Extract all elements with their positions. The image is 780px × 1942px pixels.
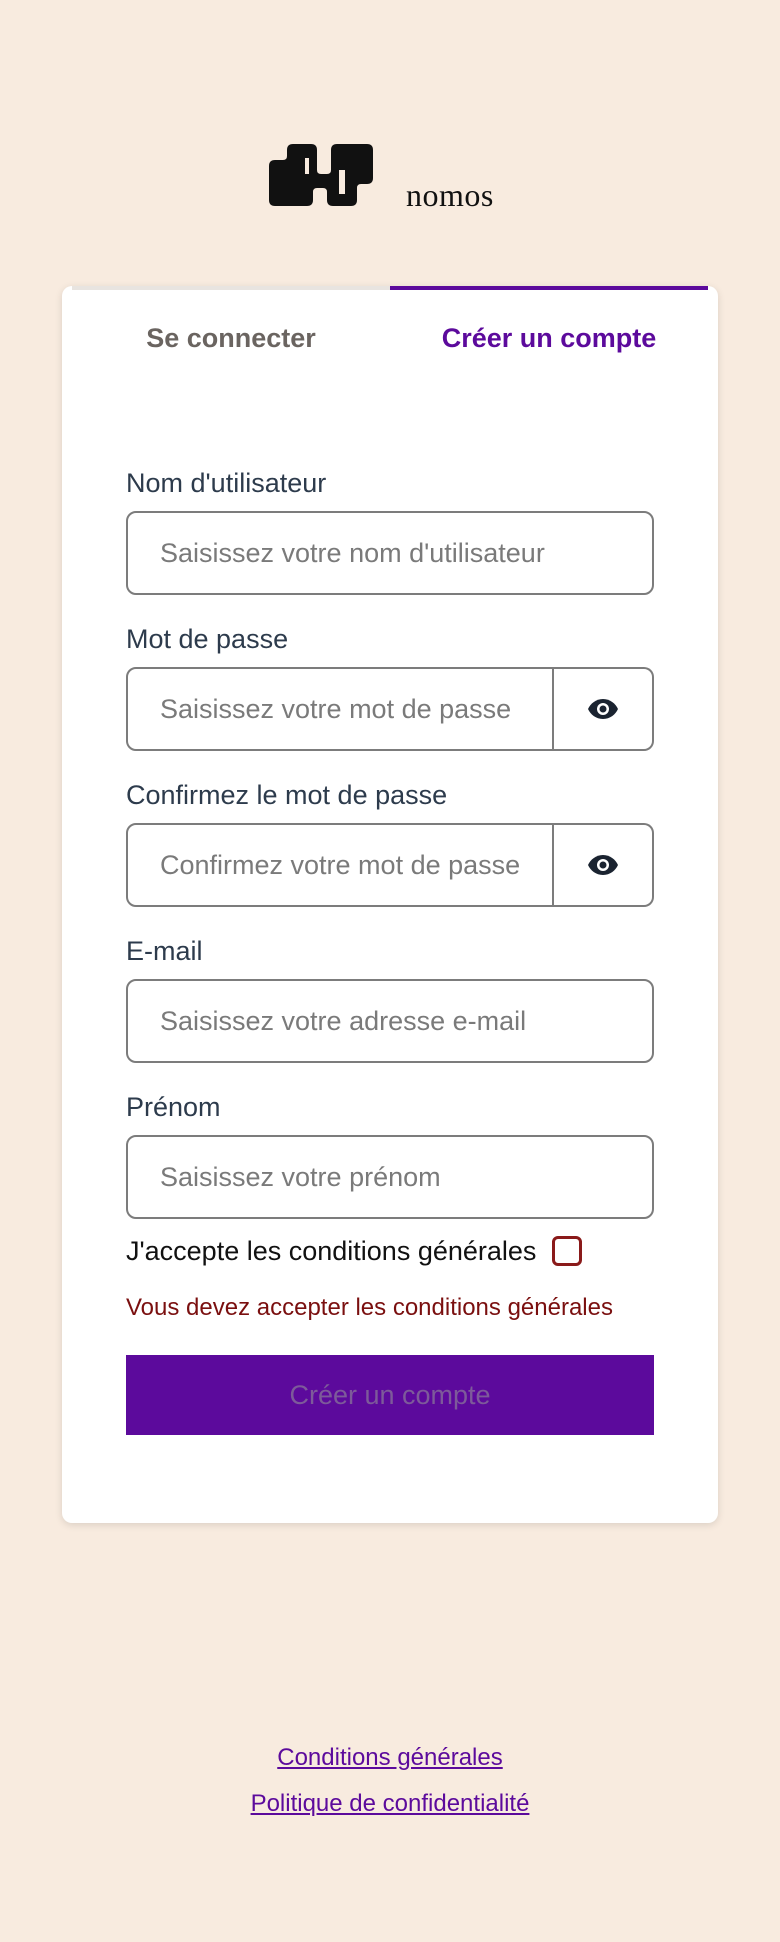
- terms-checkbox[interactable]: [552, 1236, 583, 1266]
- nomos-logo-icon: [269, 144, 373, 206]
- tab-register[interactable]: Créer un compte: [390, 286, 708, 388]
- confirm-password-field-group: Confirmez le mot de passe: [126, 779, 654, 907]
- password-field-group: Mot de passe: [126, 623, 654, 751]
- confirm-password-input[interactable]: [126, 823, 554, 907]
- footer-links: Conditions générales Politique de confid…: [0, 1744, 780, 1836]
- first-name-label: Prénom: [126, 1092, 221, 1122]
- terms-label: J'accepte les conditions générales: [126, 1235, 537, 1266]
- confirm-password-input-group: [126, 823, 654, 907]
- brand-logo: nomos: [269, 144, 494, 213]
- terms-link[interactable]: Conditions générales: [0, 1744, 780, 1772]
- password-label: Mot de passe: [126, 624, 289, 654]
- tab-login[interactable]: Se connecter: [72, 286, 390, 388]
- show-password-button[interactable]: [554, 667, 654, 751]
- register-form: Nom d'utilisateur Mot de passe Confirmez…: [62, 467, 718, 1435]
- password-input-group: [126, 667, 654, 751]
- email-field-group: E-mail: [126, 935, 654, 1063]
- eye-icon: [588, 699, 618, 719]
- first-name-input[interactable]: [126, 1135, 654, 1219]
- auth-tabs: Se connecter Créer un compte: [72, 286, 708, 388]
- email-label: E-mail: [126, 936, 203, 966]
- username-label: Nom d'utilisateur: [126, 468, 327, 498]
- terms-error-message: Vous devez accepter les conditions génér…: [126, 1294, 613, 1321]
- password-input[interactable]: [126, 667, 554, 751]
- username-field-group: Nom d'utilisateur: [126, 467, 654, 595]
- first-name-field-group: Prénom: [126, 1091, 654, 1219]
- email-input[interactable]: [126, 979, 654, 1063]
- create-account-button[interactable]: Créer un compte: [126, 1355, 654, 1435]
- terms-row: J'accepte les conditions générales: [126, 1231, 654, 1271]
- username-input[interactable]: [126, 511, 654, 595]
- confirm-password-label: Confirmez le mot de passe: [126, 780, 448, 810]
- show-confirm-password-button[interactable]: [554, 823, 654, 907]
- eye-icon: [588, 855, 618, 875]
- privacy-link[interactable]: Politique de confidentialité: [0, 1790, 780, 1818]
- auth-card: Se connecter Créer un compte Nom d'utili…: [62, 286, 718, 1523]
- brand-name: nomos: [406, 177, 494, 213]
